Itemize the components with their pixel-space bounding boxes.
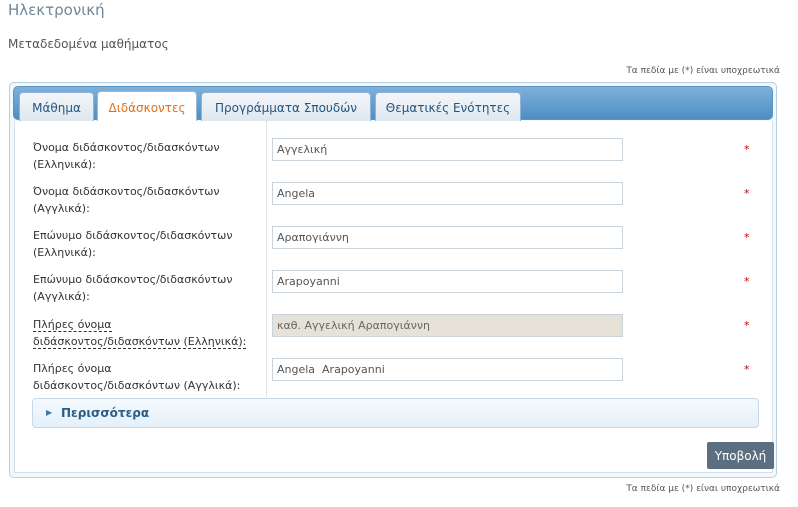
tab-thematic-units[interactable]: Θεματικές Ενότητες [375, 92, 521, 123]
required-marker: * [744, 143, 750, 156]
page-title: Ηλεκτρονική [8, 1, 105, 19]
required-note-bottom: Τα πεδία με (*) είναι υποχρεωτικά [626, 484, 780, 494]
tab-study-programs[interactable]: Προγράμματα Σπουδών [201, 92, 371, 123]
tab-course[interactable]: Μάθημα [19, 92, 94, 123]
required-marker: * [744, 275, 750, 288]
tab-bar: Μάθημα Διδάσκοντες Προγράμματα Σπουδών Θ… [13, 86, 773, 123]
page-subtitle: Μεταδεδομένα μαθήματος [8, 37, 169, 51]
more-section-label: Περισσότερα [61, 406, 150, 420]
required-note-top: Τα πεδία με (*) είναι υποχρεωτικά [626, 66, 780, 76]
required-marker: * [744, 319, 750, 332]
last-name-greek-input[interactable] [272, 226, 623, 249]
full-name-english-input[interactable] [272, 358, 623, 381]
column-divider [266, 121, 267, 397]
required-marker: * [744, 231, 750, 244]
label-full-name-greek: Πλήρες όνομα διδάσκοντος/διδασκόντων (Ελ… [33, 318, 247, 349]
submit-button[interactable]: Υποβολή [707, 442, 774, 469]
tab-content: Όνομα διδάσκοντος/διδασκόντων (Ελληνικά):… [14, 121, 773, 473]
first-name-english-input[interactable] [272, 182, 623, 205]
label-first-name-greek: Όνομα διδάσκοντος/διδασκόντων (Ελληνικά): [33, 141, 220, 171]
required-marker: * [744, 187, 750, 200]
more-section-toggle[interactable]: ▶ Περισσότερα [32, 398, 759, 428]
expand-triangle-icon: ▶ [46, 408, 53, 417]
full-name-greek-input [272, 314, 623, 337]
label-full-name-english: Πλήρες όνομα διδάσκοντος/διδασκόντων (Αγγ… [33, 362, 241, 392]
required-marker: * [744, 363, 750, 376]
last-name-english-input[interactable] [272, 270, 623, 293]
label-first-name-english: Όνομα διδάσκοντος/διδασκόντων (Αγγλικά): [33, 185, 220, 215]
label-last-name-greek: Επώνυμο διδάσκοντος/διδασκόντων (Ελληνικά… [33, 229, 233, 259]
label-last-name-english: Επώνυμο διδάσκοντος/διδασκόντων (Αγγλικά)… [33, 273, 233, 303]
metadata-panel: Μάθημα Διδάσκοντες Προγράμματα Σπουδών Θ… [9, 82, 777, 478]
tab-instructors[interactable]: Διδάσκοντες [97, 91, 197, 123]
first-name-greek-input[interactable] [272, 138, 623, 161]
